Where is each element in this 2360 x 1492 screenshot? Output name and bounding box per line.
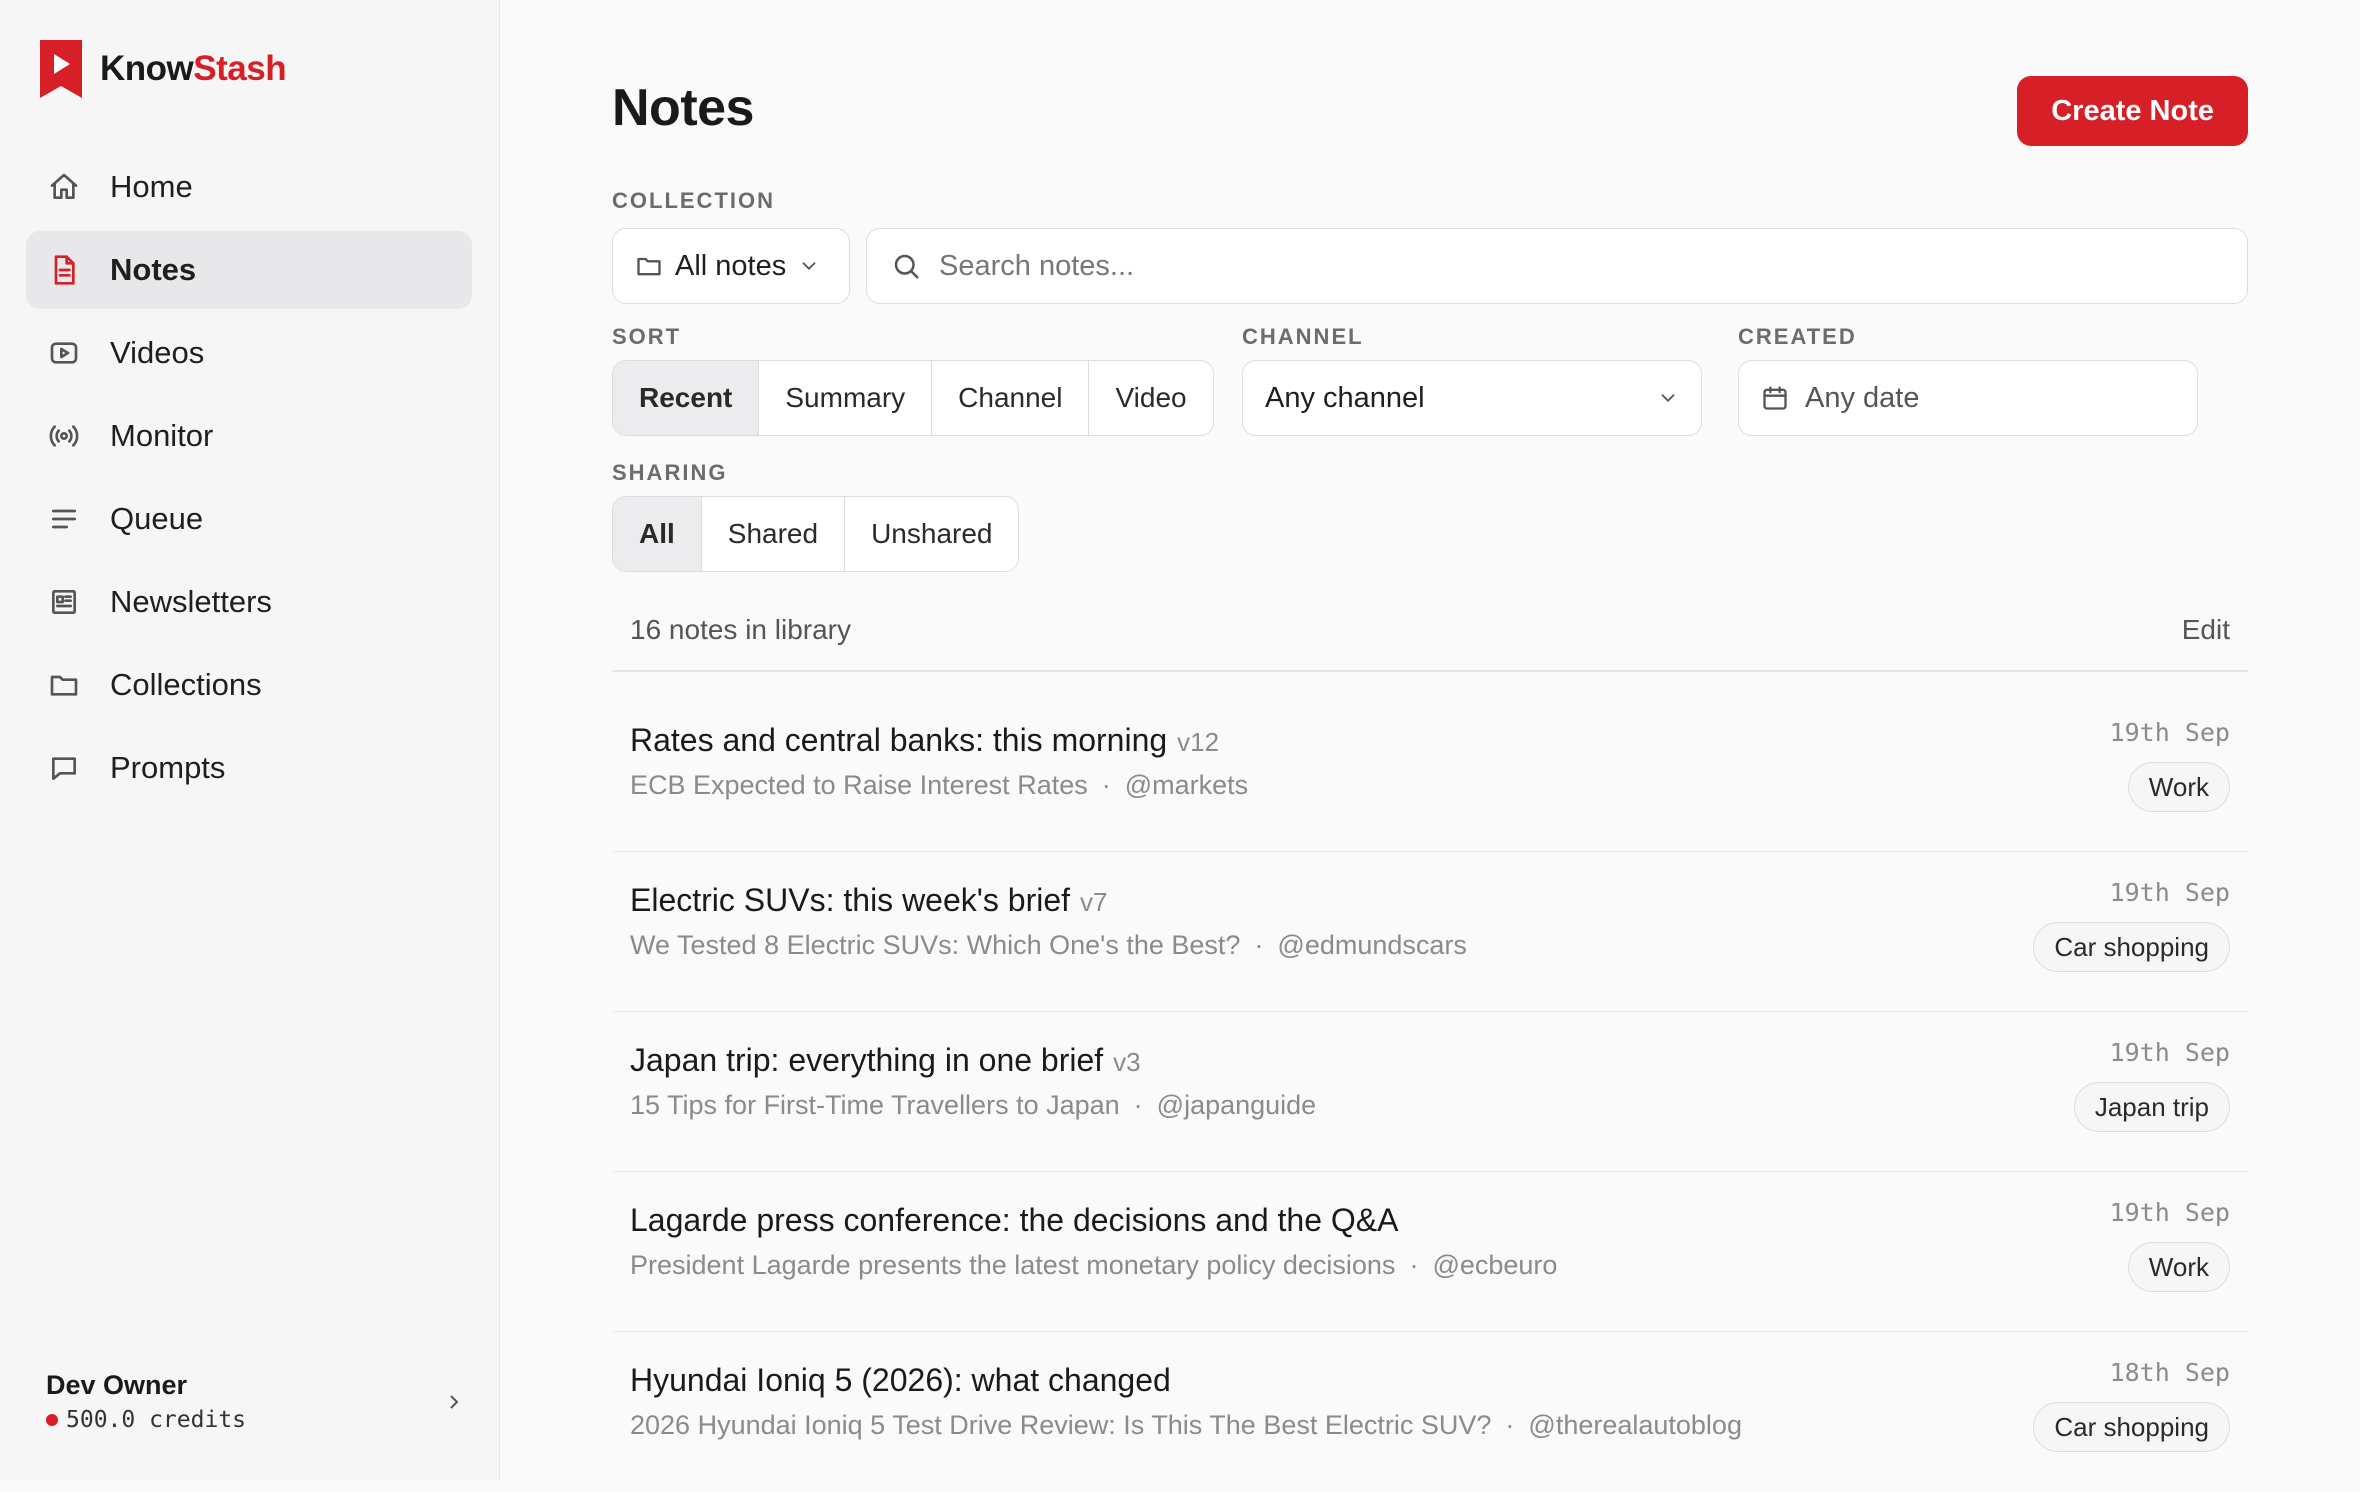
channel-select[interactable]: Any channel <box>1242 360 1702 436</box>
sidebar-item-label: Monitor <box>110 418 214 453</box>
sidebar-item-prompts[interactable]: Prompts <box>26 729 472 807</box>
note-source: 15 Tips for First-Time Travellers to Jap… <box>630 1090 1317 1120</box>
channel-value: Any channel <box>1265 381 1425 414</box>
note-row[interactable]: Rates and central banks: this morning v12… <box>612 692 2248 852</box>
note-title: Lagarde press conference: the decisions … <box>630 1202 1399 1238</box>
note-row[interactable]: Lagarde press conference: the decisions … <box>612 1172 2248 1332</box>
collection-tag[interactable]: Work <box>2127 1242 2230 1292</box>
chat-icon <box>46 750 82 786</box>
video-icon <box>46 335 82 371</box>
note-date: 19th Sep <box>2109 1198 2230 1227</box>
sidebar-item-label: Home <box>110 169 193 204</box>
sharing-segmented: All Shared Unshared <box>612 496 1020 572</box>
calendar-icon <box>1763 386 1787 410</box>
created-label: CREATED <box>1738 324 1857 349</box>
note-source: We Tested 8 Electric SUVs: Which One's t… <box>630 930 1467 960</box>
created-value: Any date <box>1805 381 1920 414</box>
newspaper-icon <box>46 584 82 620</box>
note-title: Hyundai Ioniq 5 (2026): what changed <box>630 1362 1171 1398</box>
user-menu[interactable]: Dev Owner 500.0 credits <box>46 1370 466 1433</box>
folder-icon <box>637 257 661 276</box>
brand-name: KnowStash <box>100 49 287 88</box>
note-version: v12 <box>1177 727 1220 757</box>
sharing-option-all[interactable]: All <box>613 497 701 571</box>
home-icon <box>46 169 82 205</box>
sidebar-item-collections[interactable]: Collections <box>26 646 472 724</box>
list-icon <box>46 501 82 537</box>
sidebar-item-videos[interactable]: Videos <box>26 314 472 392</box>
note-source: President Lagarde presents the latest mo… <box>630 1250 1558 1280</box>
note-title: Japan trip: everything in one brief v3 <box>630 1042 1141 1078</box>
sort-segmented: Recent Summary Channel Video <box>612 360 1214 436</box>
sidebar-item-label: Notes <box>110 252 197 287</box>
note-date: 19th Sep <box>2109 878 2230 907</box>
sharing-option-shared[interactable]: Shared <box>700 497 844 571</box>
create-note-button[interactable]: Create Note <box>2017 76 2248 146</box>
collection-tag[interactable]: Car shopping <box>2033 1402 2230 1452</box>
note-row[interactable]: Electric SUVs: this week's brief v7 We Te… <box>612 852 2248 1012</box>
note-row[interactable]: Japan trip: everything in one brief v3 15… <box>612 1012 2248 1172</box>
sort-option-summary[interactable]: Summary <box>758 361 931 435</box>
created-date-picker[interactable]: Any date <box>1738 360 2198 436</box>
credits-text: 500.0 credits <box>66 1407 247 1433</box>
note-source: ECB Expected to Raise Interest Rates · @ma… <box>630 770 1249 800</box>
sidebar-item-notes[interactable]: Notes <box>26 231 472 309</box>
sidebar-item-newsletters[interactable]: Newsletters <box>26 563 472 641</box>
search-placeholder: Search notes... <box>939 249 1135 282</box>
note-row[interactable]: Hyundai Ioniq 5 (2026): what changed 202… <box>612 1332 2248 1492</box>
sharing-label: SHARING <box>612 460 728 485</box>
sidebar-item-label: Collections <box>110 667 262 702</box>
sidebar-item-home[interactable]: Home <box>26 148 472 226</box>
sidebar-item-label: Videos <box>110 335 205 370</box>
page-title: Notes <box>612 79 754 137</box>
search-input[interactable]: Search notes... <box>866 228 2248 304</box>
collection-tag[interactable]: Work <box>2127 762 2230 812</box>
note-title: Rates and central banks: this morning v12 <box>630 722 1220 758</box>
logo[interactable]: KnowStash <box>40 40 287 98</box>
sidebar-item-queue[interactable]: Queue <box>26 480 472 558</box>
broadcast-icon <box>46 418 82 454</box>
divider <box>612 670 2248 672</box>
sidebar-item-label: Prompts <box>110 750 226 785</box>
sort-option-recent[interactable]: Recent <box>613 361 759 435</box>
list-meta: 16 notes in library Edit <box>630 614 2230 646</box>
sort-option-video[interactable]: Video <box>1088 361 1212 435</box>
collection-tag[interactable]: Car shopping <box>2033 922 2230 972</box>
chevron-down-icon <box>802 262 816 270</box>
collection-value: All notes <box>675 249 787 282</box>
sidebar-item-label: Queue <box>110 501 204 536</box>
note-version: v7 <box>1080 887 1108 917</box>
edit-button[interactable]: Edit <box>2182 614 2230 646</box>
status-dot <box>46 1414 58 1426</box>
sidebar-nav: Home Notes Videos Monitor Queue Newslett… <box>26 148 472 812</box>
collection-tag[interactable]: Japan trip <box>2073 1082 2230 1132</box>
search-icon <box>894 254 919 279</box>
sidebar: KnowStash Home Notes Videos Monitor Queu… <box>0 0 500 1480</box>
sharing-option-unshared[interactable]: Unshared <box>844 497 1018 571</box>
logo-icon <box>40 40 82 98</box>
credits: 500.0 credits <box>46 1407 466 1433</box>
note-title: Electric SUVs: this week's brief v7 <box>630 882 1108 918</box>
notes-count: 16 notes in library <box>630 614 852 645</box>
user-name: Dev Owner <box>46 1370 188 1400</box>
chevron-right-icon <box>450 1395 459 1409</box>
collection-select[interactable]: All notes <box>612 228 850 304</box>
note-date: 19th Sep <box>2109 1038 2230 1067</box>
chevron-down-icon <box>1661 394 1675 402</box>
sort-option-channel[interactable]: Channel <box>931 361 1088 435</box>
document-icon <box>46 252 82 288</box>
note-version: v3 <box>1113 1047 1141 1077</box>
channel-label: CHANNEL <box>1242 324 1364 349</box>
note-date: 19th Sep <box>2109 718 2230 747</box>
note-source: 2026 Hyundai Ioniq 5 Test Drive Review: … <box>630 1410 1742 1440</box>
sidebar-item-label: Newsletters <box>110 584 272 619</box>
sort-label: SORT <box>612 324 682 349</box>
sidebar-item-monitor[interactable]: Monitor <box>26 397 472 475</box>
note-date: 18th Sep <box>2109 1358 2230 1387</box>
collection-label: COLLECTION <box>612 188 775 213</box>
folder-icon <box>46 667 82 703</box>
